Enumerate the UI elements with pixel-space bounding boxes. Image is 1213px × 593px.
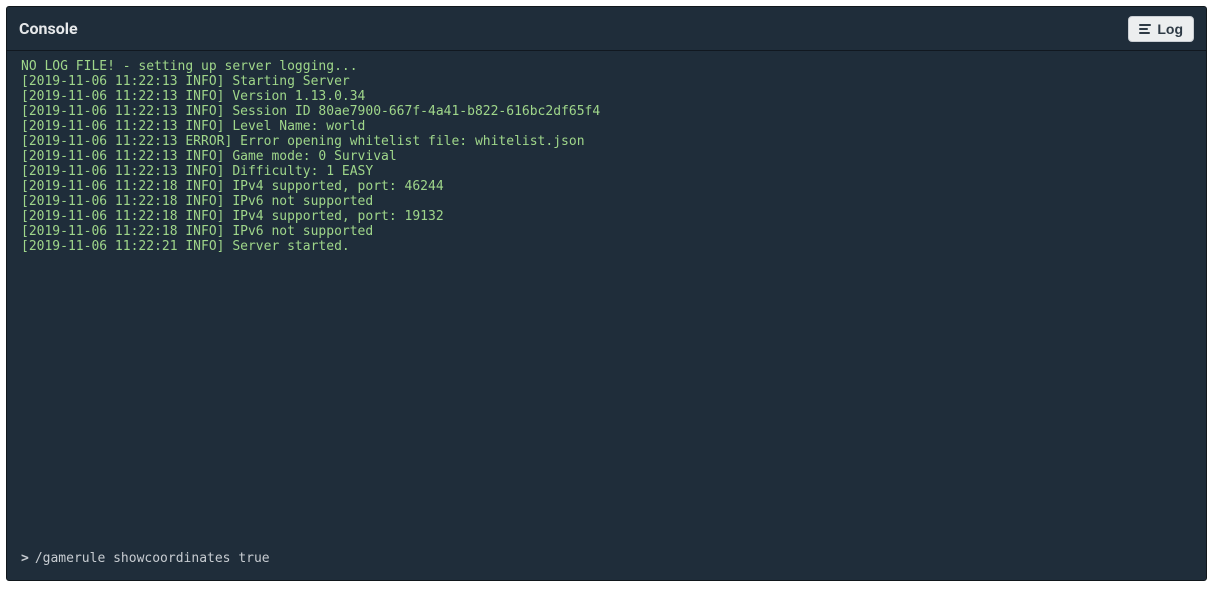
log-line: [2019-11-06 11:22:18 INFO] IPv4 supporte… bbox=[21, 209, 1192, 224]
prompt-symbol: > bbox=[21, 551, 29, 566]
console-output[interactable]: NO LOG FILE! - setting up server logging… bbox=[7, 51, 1206, 541]
log-line: NO LOG FILE! - setting up server logging… bbox=[21, 59, 1192, 74]
log-line: [2019-11-06 11:22:13 INFO] Game mode: 0 … bbox=[21, 149, 1192, 164]
log-line: [2019-11-06 11:22:13 INFO] Session ID 80… bbox=[21, 104, 1192, 119]
log-line: [2019-11-06 11:22:13 ERROR] Error openin… bbox=[21, 134, 1192, 149]
command-input[interactable] bbox=[35, 551, 1192, 566]
log-line: [2019-11-06 11:22:18 INFO] IPv6 not supp… bbox=[21, 194, 1192, 209]
log-line: [2019-11-06 11:22:21 INFO] Server starte… bbox=[21, 239, 1192, 254]
log-line: [2019-11-06 11:22:13 INFO] Starting Serv… bbox=[21, 74, 1192, 89]
console-panel: Console Log NO LOG FILE! - setting up se… bbox=[6, 6, 1207, 581]
log-line: [2019-11-06 11:22:18 INFO] IPv4 supporte… bbox=[21, 179, 1192, 194]
log-button[interactable]: Log bbox=[1128, 16, 1194, 42]
log-line: [2019-11-06 11:22:13 INFO] Level Name: w… bbox=[21, 119, 1192, 134]
console-header: Console Log bbox=[7, 7, 1206, 51]
menu-icon bbox=[1139, 24, 1151, 34]
console-input-row: > bbox=[7, 541, 1206, 580]
log-button-label: Log bbox=[1157, 21, 1183, 37]
panel-title: Console bbox=[19, 19, 78, 38]
log-line: [2019-11-06 11:22:18 INFO] IPv6 not supp… bbox=[21, 224, 1192, 239]
log-line: [2019-11-06 11:22:13 INFO] Version 1.13.… bbox=[21, 89, 1192, 104]
log-line: [2019-11-06 11:22:13 INFO] Difficulty: 1… bbox=[21, 164, 1192, 179]
